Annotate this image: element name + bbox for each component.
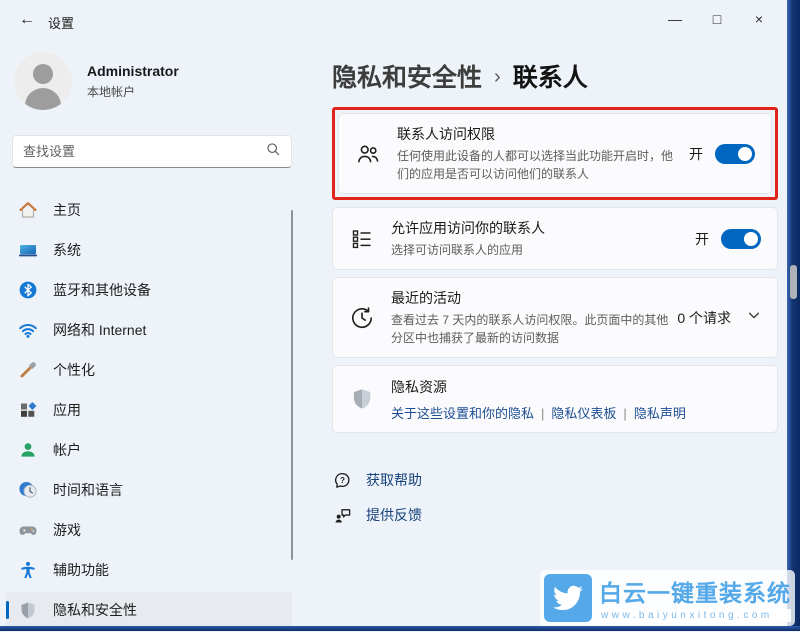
get-help-icon: ? — [332, 470, 352, 490]
feedback-icon — [332, 505, 352, 525]
gaming-icon — [18, 520, 38, 540]
sidebar-item-accessibility[interactable]: 辅助功能 — [6, 552, 292, 588]
sidebar-item-home[interactable]: 主页 — [6, 192, 292, 228]
shield-icon — [349, 386, 375, 412]
search-icon — [265, 141, 281, 162]
card-contact-access-permission: 联系人访问权限 任何使用此设备的人都可以选择当此功能开启时，他们的应用是否可以访… — [338, 113, 772, 194]
card-title: 允许应用访问你的联系人 — [391, 218, 687, 238]
sidebar-item-accounts[interactable]: 帐户 — [6, 432, 292, 468]
watermark-title: 白云一键重装系统 — [599, 574, 791, 608]
window-controls: — □ × — [654, 4, 780, 34]
sidebar-item-system[interactable]: 系统 — [6, 232, 292, 268]
privacy-icon — [18, 600, 38, 620]
twitter-bird-icon — [544, 574, 592, 622]
sidebar-item-privacy-security[interactable]: 隐私和安全性 — [6, 592, 292, 628]
minimize-button[interactable]: — — [654, 4, 696, 34]
privacy-links: 关于这些设置和你的隐私|隐私仪表板|隐私声明 — [391, 403, 753, 422]
breadcrumb-parent[interactable]: 隐私和安全性 — [332, 58, 482, 94]
user-account-type: 本地帐户 — [87, 83, 179, 100]
sidebar-item-time-language[interactable]: 时间和语言 — [6, 472, 292, 508]
feedback-link[interactable]: 提供反馈 — [332, 502, 778, 528]
main-content: 隐私和安全性 › 联系人 联系人访问权限 任何使用此设备的人都可以选择当此功能开… — [332, 40, 778, 537]
sidebar-item-bluetooth[interactable]: 蓝牙和其他设备 — [6, 272, 292, 308]
search-box[interactable] — [12, 135, 292, 168]
home-icon — [18, 200, 38, 220]
app-list-icon — [349, 226, 375, 252]
watermark: 白云一键重装系统 www.baiyunxitong.com — [540, 570, 795, 626]
contact-access-toggle[interactable] — [715, 144, 755, 164]
network-icon — [18, 320, 38, 340]
card-title: 隐私资源 — [391, 377, 753, 397]
card-description: 任何使用此设备的人都可以选择当此功能开启时，他们的应用是否可以访问他们的联系人 — [397, 147, 681, 183]
card-recent-activity[interactable]: 最近的活动 查看过去 7 天内的联系人访问权限。此页面中的其他分区中也捕获了最新… — [332, 277, 778, 358]
footer-links: ? 获取帮助 提供反馈 — [332, 467, 778, 528]
watermark-url: www.baiyunxitong.com — [599, 609, 791, 622]
accessibility-icon — [18, 560, 38, 580]
system-icon — [18, 240, 38, 260]
toggle-state-label: 开 — [695, 229, 709, 249]
page-scrollbar-thumb[interactable] — [790, 265, 797, 299]
user-account[interactable]: Administrator 本地帐户 — [14, 52, 179, 110]
page-title: 联系人 — [513, 58, 588, 94]
link-about-settings-privacy[interactable]: 关于这些设置和你的隐私 — [391, 406, 534, 421]
time-language-icon — [18, 480, 38, 500]
get-help-link[interactable]: ? 获取帮助 — [332, 467, 778, 493]
window-title: 设置 — [48, 13, 74, 32]
sidebar-item-gaming[interactable]: 游戏 — [6, 512, 292, 548]
card-allow-apps-access[interactable]: 允许应用访问你的联系人 选择可访问联系人的应用 开 — [332, 207, 778, 270]
bluetooth-icon — [18, 280, 38, 300]
card-description: 查看过去 7 天内的联系人访问权限。此页面中的其他分区中也捕获了最新的访问数据 — [391, 311, 669, 347]
toggle-state-label: 开 — [689, 144, 703, 164]
search-input[interactable] — [23, 144, 265, 159]
titlebar: ← 设置 — □ × — [0, 0, 800, 40]
frame-border-bottom — [0, 626, 800, 631]
card-title: 最近的活动 — [391, 288, 669, 308]
sidebar-scrollbar[interactable] — [291, 210, 293, 560]
accounts-icon — [18, 440, 38, 460]
user-name: Administrator — [87, 63, 179, 79]
close-button[interactable]: × — [738, 4, 780, 34]
card-privacy-resources: 隐私资源 关于这些设置和你的隐私|隐私仪表板|隐私声明 — [332, 365, 778, 433]
sidebar-item-apps[interactable]: 应用 — [6, 392, 292, 428]
sidebar-nav: 主页 系统 蓝牙和其他设备 网络和 Internet 个性化 — [6, 192, 292, 632]
breadcrumb: 隐私和安全性 › 联系人 — [332, 58, 778, 94]
sidebar-item-network[interactable]: 网络和 Internet — [6, 312, 292, 348]
link-privacy-dashboard[interactable]: 隐私仪表板 — [551, 406, 616, 421]
sidebar: Administrator 本地帐户 主页 系统 蓝牙和其他设备 — [0, 40, 310, 631]
breadcrumb-chevron-icon: › — [494, 64, 501, 89]
red-highlight-box: 联系人访问权限 任何使用此设备的人都可以选择当此功能开启时，他们的应用是否可以访… — [332, 107, 778, 200]
chevron-down-icon[interactable] — [747, 308, 761, 327]
link-privacy-statement[interactable]: 隐私声明 — [634, 406, 686, 421]
card-description: 选择可访问联系人的应用 — [391, 241, 687, 259]
allow-apps-toggle[interactable] — [721, 229, 761, 249]
personalization-icon — [18, 360, 38, 380]
svg-text:?: ? — [340, 475, 345, 484]
contacts-icon — [355, 141, 381, 167]
card-title: 联系人访问权限 — [397, 124, 681, 144]
avatar — [14, 52, 72, 110]
sidebar-item-personalization[interactable]: 个性化 — [6, 352, 292, 388]
frame-border-right — [787, 0, 800, 631]
apps-icon — [18, 400, 38, 420]
back-button[interactable]: ← — [14, 7, 40, 33]
maximize-button[interactable]: □ — [696, 4, 738, 34]
history-icon — [349, 305, 375, 331]
request-count: 0 个请求 — [677, 308, 731, 328]
